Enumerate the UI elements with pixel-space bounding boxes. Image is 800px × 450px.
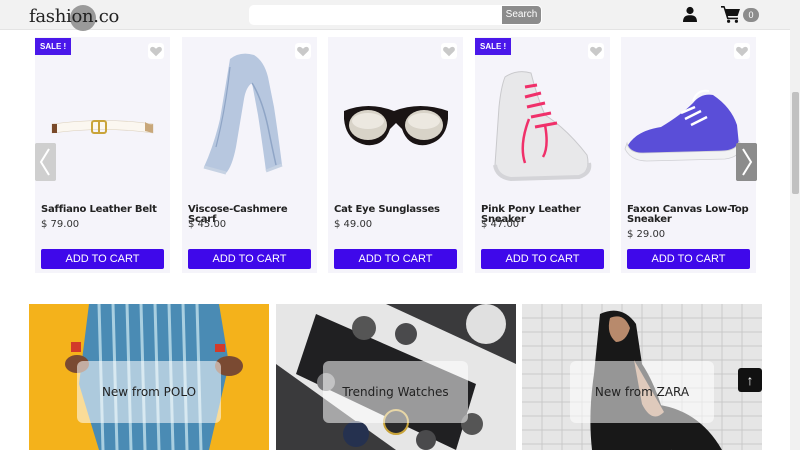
product-price: $ 47.00 <box>481 219 520 230</box>
site-header: fashion.co Search 0 <box>0 0 790 31</box>
banner-label[interactable]: New from ZARA <box>570 361 714 423</box>
add-to-cart-button[interactable]: ADD TO CART <box>41 249 164 269</box>
banner-label[interactable]: New from POLO <box>77 361 221 423</box>
product-price: $ 79.00 <box>41 219 80 230</box>
banner-watches[interactable]: Trending Watches <box>276 304 516 450</box>
sale-badge: SALE ! <box>35 38 72 55</box>
user-icon[interactable] <box>682 6 698 22</box>
banner-label[interactable]: Trending Watches <box>323 361 468 423</box>
banner-zara[interactable]: New from ZARA <box>522 304 762 450</box>
product-image-pink-sneaker[interactable] <box>475 37 610 230</box>
product-price: $ 49.00 <box>334 219 373 230</box>
product-card[interactable]: SALE ! Pink Pony Leather Sneaker $ 47.00… <box>475 37 610 273</box>
product-name[interactable]: Cat Eye Sunglasses <box>334 205 460 215</box>
site-logo[interactable]: fashion.co <box>29 4 119 31</box>
heart-icon[interactable] <box>588 43 604 59</box>
banner-polo[interactable]: New from POLO <box>29 304 269 450</box>
heart-icon[interactable] <box>441 43 457 59</box>
heart-icon[interactable] <box>295 43 311 59</box>
page-scrollbar[interactable] <box>790 0 800 450</box>
product-price: $ 29.00 <box>627 229 666 240</box>
logo-text: fashion.co <box>29 6 120 27</box>
sale-badge: SALE ! <box>475 38 512 55</box>
scrollbar-thumb[interactable] <box>792 92 799 194</box>
add-to-cart-button[interactable]: ADD TO CART <box>188 249 311 269</box>
back-to-top-button[interactable]: ↑ <box>738 368 762 392</box>
product-image-sunglasses[interactable] <box>328 37 463 230</box>
product-card[interactable]: Viscose-Cashmere Scarf $ 45.00 ADD TO CA… <box>182 37 317 273</box>
heart-icon[interactable] <box>734 43 750 59</box>
product-name[interactable]: Faxon Canvas Low-Top Sneaker <box>627 205 753 225</box>
product-image-belt[interactable] <box>35 37 170 230</box>
add-to-cart-button[interactable]: ADD TO CART <box>627 249 750 269</box>
product-image-blue-sneaker[interactable] <box>621 37 756 230</box>
cart-icon[interactable] <box>721 5 741 23</box>
cart-count-badge: 0 <box>743 8 759 22</box>
product-card[interactable]: Cat Eye Sunglasses $ 49.00 ADD TO CART <box>328 37 463 273</box>
carousel-prev-button[interactable] <box>35 143 56 181</box>
add-to-cart-button[interactable]: ADD TO CART <box>334 249 457 269</box>
product-name[interactable]: Saffiano Leather Belt <box>41 205 167 215</box>
product-image-scarf[interactable] <box>182 37 317 230</box>
search-input[interactable] <box>249 5 502 25</box>
carousel-next-button[interactable] <box>736 143 757 181</box>
heart-icon[interactable] <box>148 43 164 59</box>
add-to-cart-button[interactable]: ADD TO CART <box>481 249 604 269</box>
search-bar <box>249 5 542 25</box>
search-button[interactable]: Search <box>502 6 541 24</box>
product-price: $ 45.00 <box>188 219 227 230</box>
